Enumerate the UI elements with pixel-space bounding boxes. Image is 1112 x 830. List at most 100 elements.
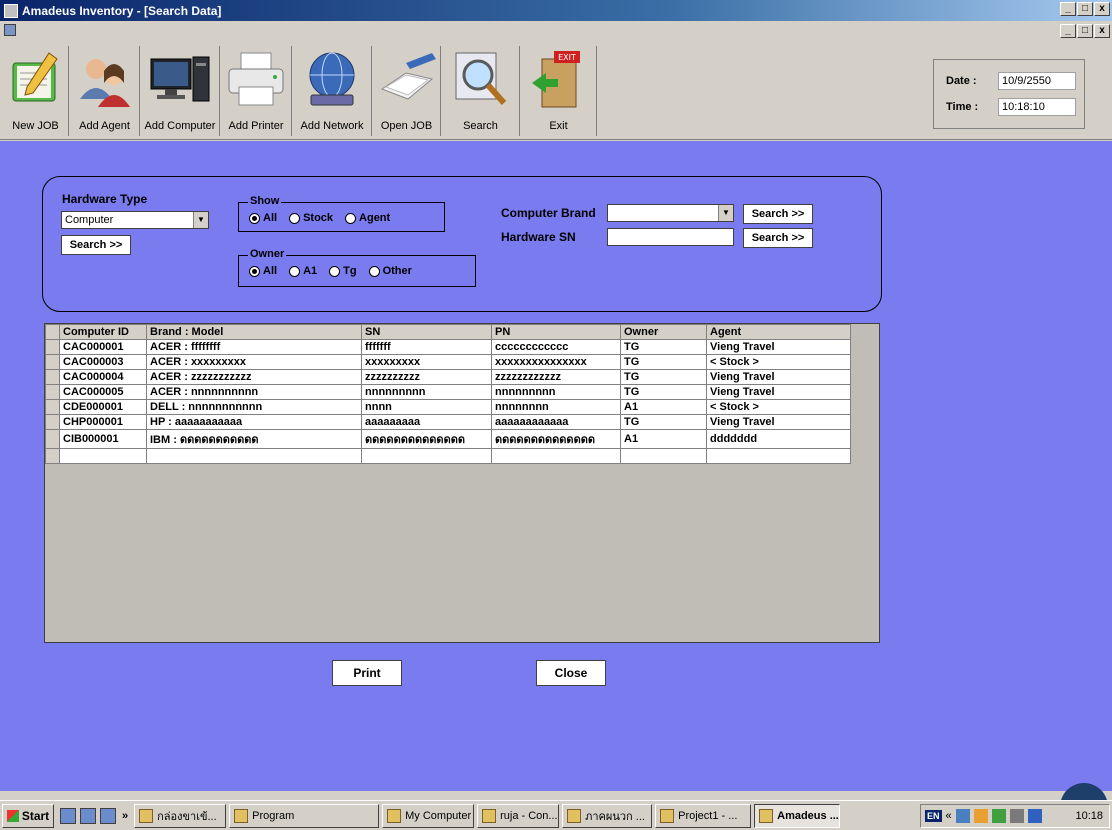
task-button[interactable]: ruja - Con... [477, 803, 560, 828]
task-button[interactable]: ภาคผนวก ... [562, 803, 653, 828]
table-cell[interactable]: ACER : ffffffff [146, 339, 362, 355]
owner-other-radio[interactable]: Other [368, 265, 412, 277]
task-button[interactable]: My Computer [382, 803, 475, 828]
column-header[interactable]: Owner [620, 324, 707, 340]
table-cell[interactable] [59, 448, 147, 464]
table-cell[interactable]: cccccccccccc [491, 339, 621, 355]
table-cell[interactable]: xxxxxxxxxxxxxxx [491, 354, 621, 370]
column-header[interactable]: Agent [706, 324, 851, 340]
close-window-button[interactable]: x [1094, 2, 1110, 16]
table-cell[interactable] [146, 448, 362, 464]
start-button[interactable]: Start [2, 803, 54, 828]
task-button[interactable]: กล่องขาเข้... [134, 803, 227, 828]
child-close-button[interactable]: x [1094, 24, 1110, 38]
table-cell[interactable]: Vieng Travel [706, 414, 851, 430]
row-selector[interactable] [45, 354, 60, 370]
browser-icon[interactable] [60, 807, 76, 824]
table-cell[interactable]: ACER : xxxxxxxxx [146, 354, 362, 370]
table-cell[interactable]: TG [620, 369, 707, 385]
column-header[interactable]: SN [361, 324, 492, 340]
table-cell[interactable]: Vieng Travel [706, 384, 851, 400]
table-cell[interactable]: ACER : nnnnnnnnnn [146, 384, 362, 400]
new-job-button[interactable]: New JOB [3, 46, 69, 136]
child-minimize-button[interactable]: _ [1060, 24, 1076, 38]
add-agent-button[interactable]: Add Agent [70, 46, 140, 136]
table-cell[interactable]: ACER : zzzzzzzzzzz [146, 369, 362, 385]
add-printer-button[interactable]: Add Printer [221, 46, 292, 136]
close-button[interactable]: Close [536, 660, 606, 686]
table-cell[interactable]: fffffff [361, 339, 492, 355]
hardware-type-select[interactable]: Computer ▼ [61, 211, 209, 229]
row-selector[interactable] [45, 369, 60, 385]
document-icon[interactable] [4, 24, 16, 36]
column-header[interactable]: Brand : Model [146, 324, 362, 340]
table-cell[interactable]: aaaaaaaaa [361, 414, 492, 430]
task-button[interactable]: Program [229, 803, 380, 828]
table-cell[interactable]: TG [620, 414, 707, 430]
task-button[interactable]: Project1 - ... [655, 803, 752, 828]
column-header[interactable]: Computer ID [59, 324, 147, 340]
brand-search-button[interactable]: Search >> [743, 204, 813, 224]
open-job-button[interactable]: Open JOB [373, 46, 441, 136]
table-cell[interactable]: TG [620, 384, 707, 400]
table-cell[interactable]: nnnnnnnnn [361, 384, 492, 400]
table-cell[interactable]: TG [620, 354, 707, 370]
network-icon[interactable] [955, 809, 970, 823]
computer-brand-select[interactable]: ▼ [607, 204, 734, 222]
table-cell[interactable]: CAC000001 [59, 339, 147, 355]
table-cell[interactable]: ดดดดดดดดดดดดดด [361, 429, 492, 449]
row-selector[interactable] [45, 339, 60, 355]
row-selector[interactable] [45, 448, 60, 464]
messenger-icon[interactable] [991, 809, 1006, 823]
show-agent-radio[interactable]: Agent [345, 212, 390, 224]
chevron-down-icon[interactable]: ▼ [718, 205, 733, 221]
table-cell[interactable]: CAC000005 [59, 384, 147, 400]
owner-tg-radio[interactable]: Tg [329, 265, 357, 277]
print-button[interactable]: Print [332, 660, 402, 686]
table-cell[interactable]: TG [620, 339, 707, 355]
table-cell[interactable] [620, 448, 707, 464]
row-selector[interactable] [45, 384, 60, 400]
quick-launch-chevron[interactable]: » [122, 810, 128, 822]
table-cell[interactable]: zzzzzzzzzzzz [491, 369, 621, 385]
table-cell[interactable]: HP : aaaaaaaaaaa [146, 414, 362, 430]
table-cell[interactable] [361, 448, 492, 464]
table-cell[interactable]: nnnnnnnn [491, 399, 621, 415]
row-selector[interactable] [45, 429, 60, 449]
table-cell[interactable]: CAC000004 [59, 369, 147, 385]
table-cell[interactable]: CIB000001 [59, 429, 147, 449]
row-selector[interactable] [45, 399, 60, 415]
tray-chevron[interactable]: « [946, 810, 952, 822]
child-restore-button[interactable]: □ [1077, 24, 1093, 38]
table-row[interactable]: CDE000001 DELL : nnnnnnnnnnn nnnn nnnnnn… [45, 399, 851, 415]
task-button-active[interactable]: Amadeus ... [754, 803, 841, 828]
sn-search-button[interactable]: Search >> [743, 228, 813, 248]
table-cell[interactable]: zzzzzzzzzz [361, 369, 492, 385]
table-cell[interactable]: DELL : nnnnnnnnnnn [146, 399, 362, 415]
table-row[interactable]: CIB000001 IBM : ดดดดดดดดดดด ดดดดดดดดดดดด… [45, 429, 851, 449]
table-cell[interactable] [491, 448, 621, 464]
table-cell[interactable]: A1 [620, 429, 707, 449]
row-selector[interactable] [45, 414, 60, 430]
hardware-sn-input[interactable] [607, 228, 734, 246]
exit-button[interactable]: EXIT Exit [521, 46, 597, 136]
minimize-button[interactable]: _ [1060, 2, 1076, 16]
show-stock-radio[interactable]: Stock [289, 212, 333, 224]
table-cell[interactable]: ddddddd [706, 429, 851, 449]
owner-a1-radio[interactable]: A1 [289, 265, 317, 277]
table-cell[interactable]: IBM : ดดดดดดดดดดด [146, 429, 362, 449]
hardware-search-button[interactable]: Search >> [61, 235, 131, 255]
table-cell[interactable]: A1 [620, 399, 707, 415]
table-cell[interactable]: CHP000001 [59, 414, 147, 430]
table-row[interactable]: CAC000001 ACER : ffffffff fffffff cccccc… [45, 339, 851, 355]
desktop-icon[interactable] [80, 807, 96, 824]
app-launch-icon[interactable] [100, 807, 116, 824]
add-computer-button[interactable]: Add Computer [141, 46, 220, 136]
table-row[interactable]: CAC000004 ACER : zzzzzzzzzzz zzzzzzzzzz … [45, 369, 851, 385]
table-row-empty[interactable] [45, 448, 851, 464]
column-header[interactable]: PN [491, 324, 621, 340]
chevron-down-icon[interactable]: ▼ [193, 212, 208, 228]
search-button[interactable]: Search [442, 46, 520, 136]
maximize-button[interactable]: □ [1077, 2, 1093, 16]
table-cell[interactable]: < Stock > [706, 399, 851, 415]
